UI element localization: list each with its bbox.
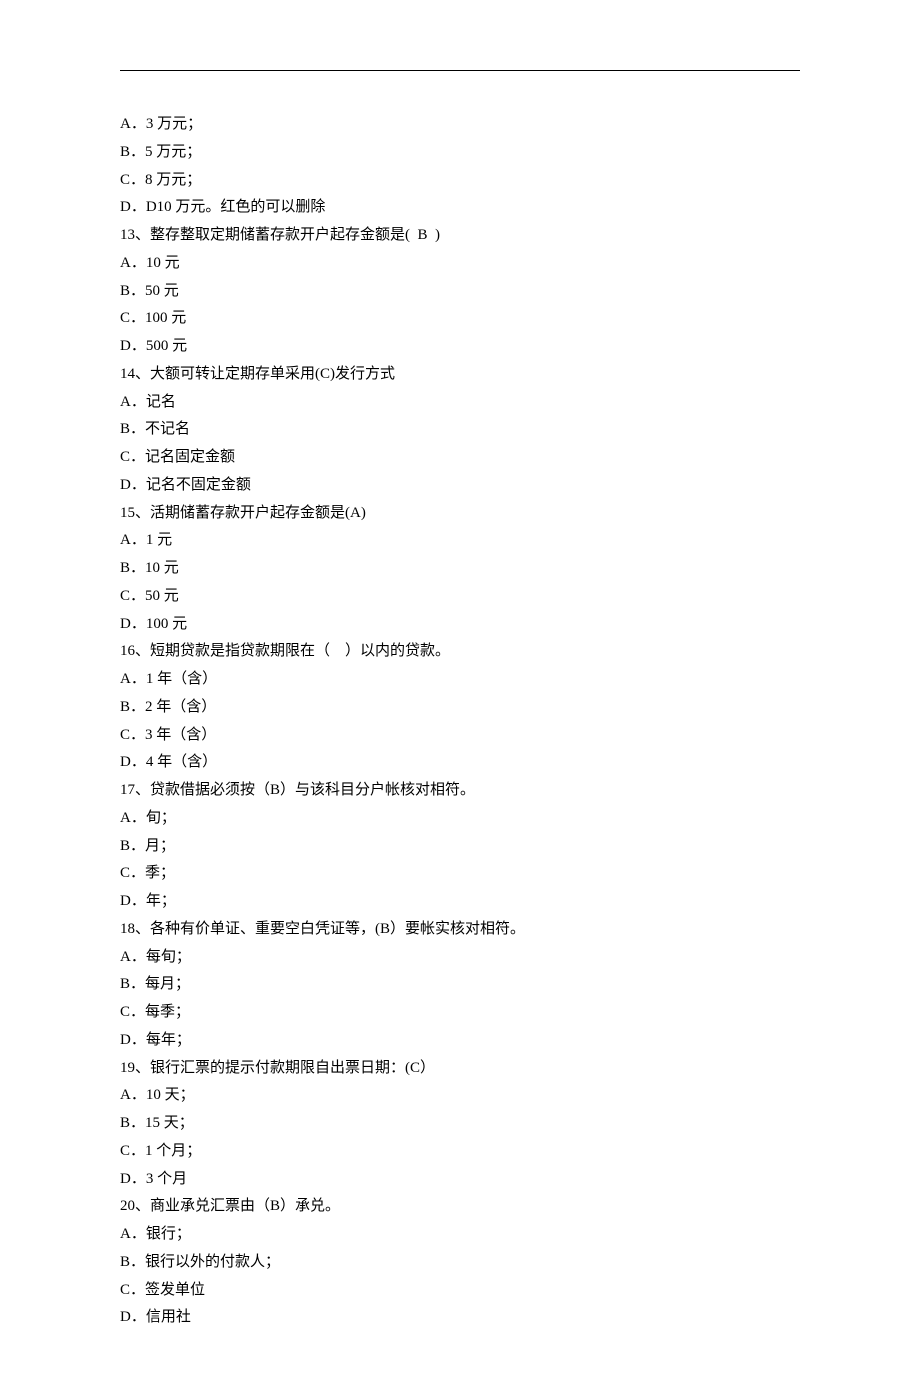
question-line: 20、商业承兑汇票由（B）承兑。 <box>120 1193 800 1221</box>
text-line: A．3 万元； <box>120 111 800 139</box>
text-line: B．15 天； <box>120 1110 800 1138</box>
question-line: 14、大额可转让定期存单采用(C)发行方式 <box>120 361 800 389</box>
text-line: B．每月； <box>120 971 800 999</box>
top-divider <box>120 70 800 71</box>
text-line: A．1 元 <box>120 527 800 555</box>
text-line: B．月； <box>120 833 800 861</box>
text-line: B．10 元 <box>120 555 800 583</box>
question-line: 17、贷款借据必须按（B）与该科目分户帐核对相符。 <box>120 777 800 805</box>
text-line: C．8 万元； <box>120 167 800 195</box>
text-line: B．银行以外的付款人； <box>120 1249 800 1277</box>
text-line: A．10 天； <box>120 1082 800 1110</box>
text-line: C．签发单位 <box>120 1277 800 1305</box>
text-line: C．记名固定金额 <box>120 444 800 472</box>
question-line: 18、各种有价单证、重要空白凭证等，(B）要帐实核对相符。 <box>120 916 800 944</box>
question-line: 16、短期贷款是指贷款期限在（ ）以内的贷款。 <box>120 638 800 666</box>
text-line: D．4 年（含） <box>120 749 800 777</box>
text-line: C．100 元 <box>120 305 800 333</box>
text-line: A．1 年（含） <box>120 666 800 694</box>
text-line: C．1 个月； <box>120 1138 800 1166</box>
document-page: A．3 万元； B．5 万元； C．8 万元； D．D10 万元。红色的可以删除… <box>0 0 920 1392</box>
text-line: D．D10 万元。红色的可以删除 <box>120 194 800 222</box>
text-line: D．500 元 <box>120 333 800 361</box>
text-line: D．每年； <box>120 1027 800 1055</box>
text-line: C．50 元 <box>120 583 800 611</box>
text-line: B．不记名 <box>120 416 800 444</box>
text-line: C．季； <box>120 860 800 888</box>
text-line: A．银行； <box>120 1221 800 1249</box>
document-body: A．3 万元； B．5 万元； C．8 万元； D．D10 万元。红色的可以删除… <box>120 111 800 1332</box>
text-line: C．3 年（含） <box>120 722 800 750</box>
text-line: D．3 个月 <box>120 1166 800 1194</box>
question-line: 19、银行汇票的提示付款期限自出票日期：(C） <box>120 1055 800 1083</box>
text-line: D．年； <box>120 888 800 916</box>
text-line: A．每旬； <box>120 944 800 972</box>
text-line: C．每季； <box>120 999 800 1027</box>
question-line: 15、活期储蓄存款开户起存金额是(A) <box>120 500 800 528</box>
text-line: A．10 元 <box>120 250 800 278</box>
text-line: B．5 万元； <box>120 139 800 167</box>
text-line: A．旬； <box>120 805 800 833</box>
text-line: D．记名不固定金额 <box>120 472 800 500</box>
question-line: 13、整存整取定期储蓄存款开户起存金额是( B ) <box>120 222 800 250</box>
text-line: A．记名 <box>120 389 800 417</box>
text-line: B．50 元 <box>120 278 800 306</box>
text-line: D．信用社 <box>120 1304 800 1332</box>
text-line: D．100 元 <box>120 611 800 639</box>
text-line: B．2 年（含） <box>120 694 800 722</box>
